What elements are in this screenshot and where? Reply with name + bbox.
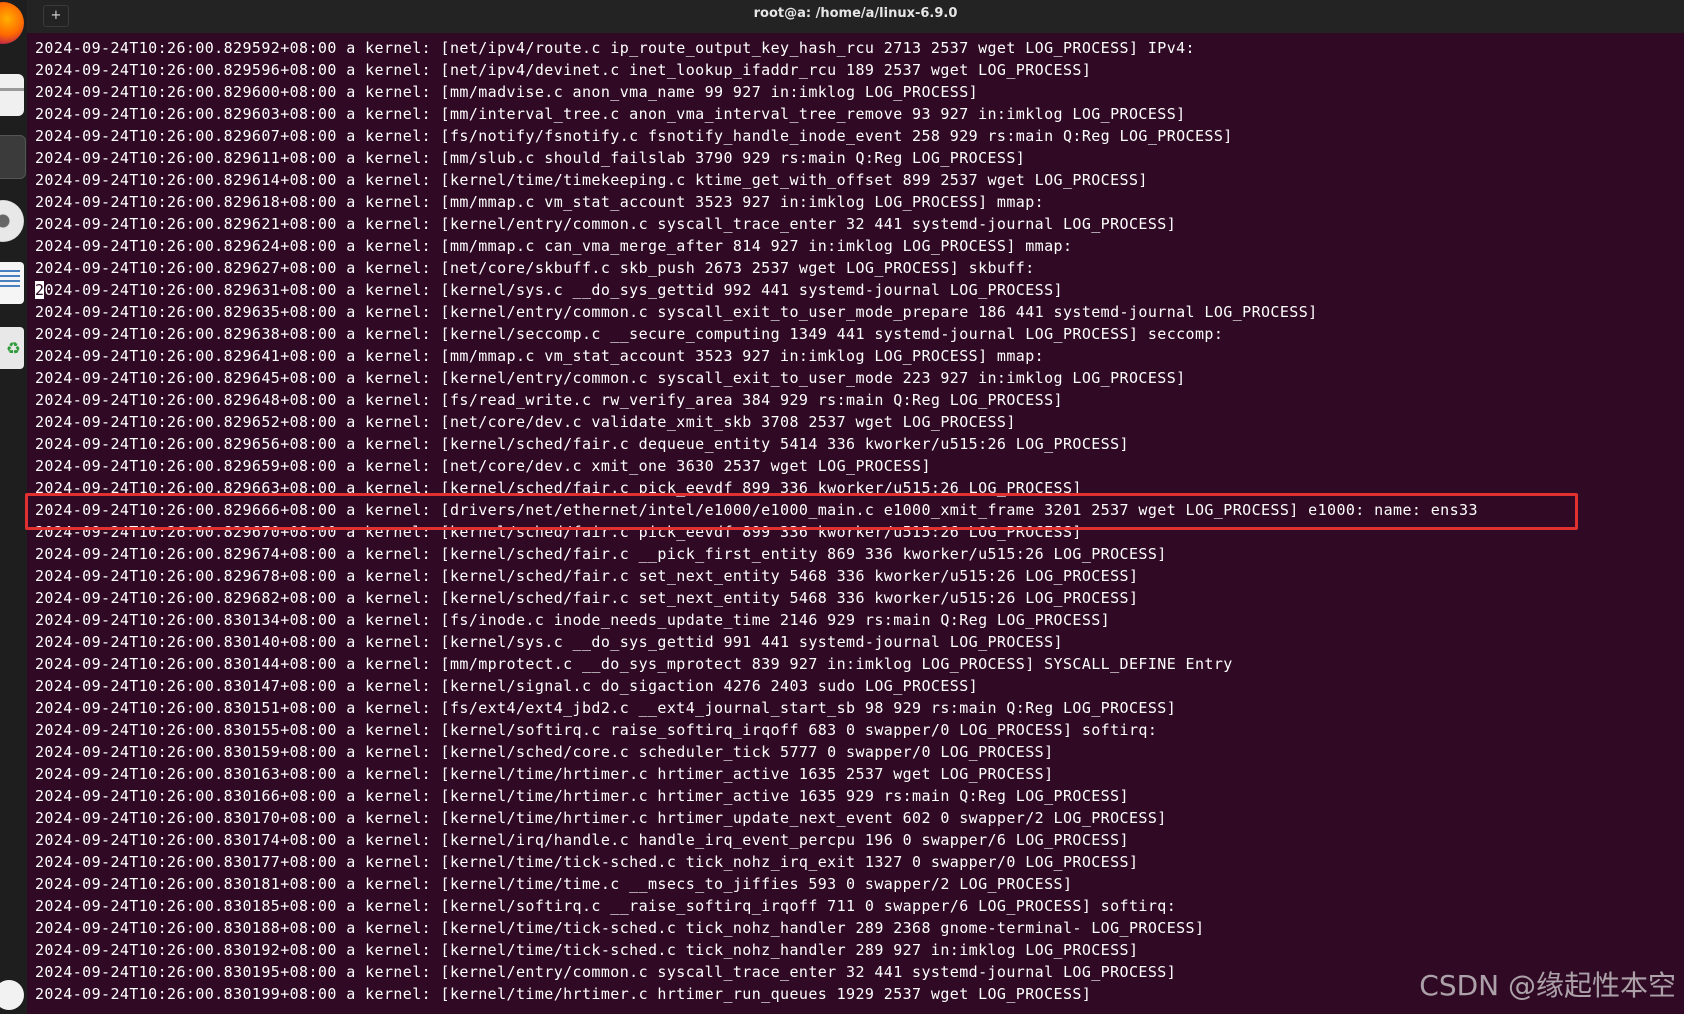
window-title: root@a: /home/a/linux-6.9.0 [753,6,958,21]
log-line: 2024-09-24T10:26:00.830174+08:00 a kerne… [35,831,1129,849]
log-line: 2024-09-24T10:26:00.829682+08:00 a kerne… [35,589,1139,607]
log-line: 2024-09-24T10:26:00.829614+08:00 a kerne… [35,171,1148,189]
highlight-box [25,493,1578,530]
log-line: 2024-09-24T10:26:00.830159+08:00 a kerne… [35,743,1054,761]
log-line: 2024-09-24T10:26:00.829592+08:00 a kerne… [35,39,1195,57]
firefox-icon[interactable] [0,2,24,44]
log-line: 2024-09-24T10:26:00.829652+08:00 a kerne… [35,413,1016,431]
trash-icon[interactable]: ♻ [0,327,24,369]
log-line: 2024-09-24T10:26:00.830195+08:00 a kerne… [35,963,1177,981]
terminal-icon[interactable] [0,135,26,179]
dock: ♻ [0,0,27,1014]
log-line: 2024-09-24T10:26:00.829631+08:00 a kerne… [35,279,1478,301]
log-line: 2024-09-24T10:26:00.829624+08:00 a kerne… [35,237,1073,255]
log-line: 2024-09-24T10:26:00.830134+08:00 a kerne… [35,611,1111,629]
log-line: 2024-09-24T10:26:00.829659+08:00 a kerne… [35,457,931,475]
files-icon[interactable] [0,74,24,116]
disc-icon[interactable] [0,200,24,242]
log-line: 2024-09-24T10:26:00.829656+08:00 a kerne… [35,435,1129,453]
watermark: CSDN @缘起性本空 [1419,969,1676,1002]
log-line: 2024-09-24T10:26:00.829641+08:00 a kerne… [35,347,1045,365]
log-line: 2024-09-24T10:26:00.829627+08:00 a kerne… [35,259,1035,277]
log-line: 2024-09-24T10:26:00.830155+08:00 a kerne… [35,721,1158,739]
title-bar: + root@a: /home/a/linux-6.9.0 [27,0,1684,33]
log-line: 2024-09-24T10:26:00.830177+08:00 a kerne… [35,853,1139,871]
log-line: 2024-09-24T10:26:00.829603+08:00 a kerne… [35,105,1186,123]
log-line: 2024-09-24T10:26:00.829621+08:00 a kerne… [35,215,1177,233]
log-line: 2024-09-24T10:26:00.829635+08:00 a kerne… [35,303,1318,321]
log-line: 2024-09-24T10:26:00.830144+08:00 a kerne… [35,655,1233,673]
log-line: 2024-09-24T10:26:00.829674+08:00 a kerne… [35,545,1167,563]
log-line: 2024-09-24T10:26:00.829607+08:00 a kerne… [35,127,1233,145]
log-line: 2024-09-24T10:26:00.829618+08:00 a kerne… [35,193,1045,211]
log-line: 2024-09-24T10:26:00.830181+08:00 a kerne… [35,875,1073,893]
log-line-text: 024-09-24T10:26:00.829631+08:00 a kernel… [44,281,1063,299]
help-icon[interactable] [0,980,24,1010]
log-line: 2024-09-24T10:26:00.830166+08:00 a kerne… [35,787,1129,805]
log-line: 2024-09-24T10:26:00.830199+08:00 a kerne… [35,985,1092,1003]
log-line: 2024-09-24T10:26:00.830163+08:00 a kerne… [35,765,1054,783]
text-editor-icon[interactable] [0,262,24,304]
log-line: 2024-09-24T10:26:00.829638+08:00 a kerne… [35,325,1224,343]
log-line: 2024-09-24T10:26:00.830188+08:00 a kerne… [35,919,1205,937]
log-line: 2024-09-24T10:26:00.830185+08:00 a kerne… [35,897,1177,915]
log-line: 2024-09-24T10:26:00.829600+08:00 a kerne… [35,83,979,101]
log-line: 2024-09-24T10:26:00.829611+08:00 a kerne… [35,149,1026,167]
log-line: 2024-09-24T10:26:00.830151+08:00 a kerne… [35,699,1177,717]
log-line: 2024-09-24T10:26:00.830192+08:00 a kerne… [35,941,1139,959]
log-line: 2024-09-24T10:26:00.829645+08:00 a kerne… [35,369,1186,387]
log-line: 2024-09-24T10:26:00.829678+08:00 a kerne… [35,567,1139,585]
log-line: 2024-09-24T10:26:00.829596+08:00 a kerne… [35,61,1092,79]
log-line: 2024-09-24T10:26:00.830170+08:00 a kerne… [35,809,1167,827]
log-line: 2024-09-24T10:26:00.829648+08:00 a kerne… [35,391,1063,409]
log-line: 2024-09-24T10:26:00.830147+08:00 a kerne… [35,677,979,695]
log-line: 2024-09-24T10:26:00.830140+08:00 a kerne… [35,633,1063,651]
